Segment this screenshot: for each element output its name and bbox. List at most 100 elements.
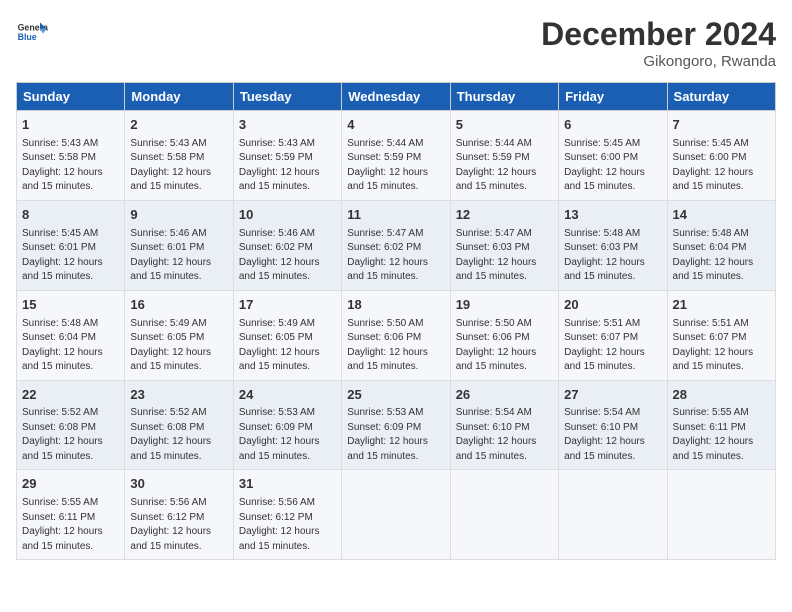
day-number: 15 [22,296,119,315]
day-content: Sunrise: 5:56 AM Sunset: 6:12 PM Dayligh… [130,496,227,554]
day-cell-11: 11 Sunrise: 5:47 AM Sunset: 6:02 PM Dayli… [342,200,450,290]
day-cell-1: 1Sunrise: 5:43 AM Sunset: 5:58 PM Daylig… [17,111,125,201]
day-content: Sunrise: 5:48 AM Sunset: 6:04 PM Dayligh… [22,317,119,375]
day-content: Sunrise: 5:51 AM Sunset: 6:07 PM Dayligh… [564,317,661,375]
day-number: 20 [564,296,661,315]
day-cell-15: 15 Sunrise: 5:48 AM Sunset: 6:04 PM Dayli… [17,290,125,380]
day-number: 23 [130,386,227,405]
day-cell-5: 5 Sunrise: 5:44 AM Sunset: 5:59 PM Daylig… [450,111,558,201]
day-content: Sunrise: 5:54 AM Sunset: 6:10 PM Dayligh… [564,406,661,464]
day-cell-30: 30Sunrise: 5:56 AM Sunset: 6:12 PM Dayli… [125,470,233,560]
day-number: 7 [673,116,770,135]
day-cell-4: 4 Sunrise: 5:44 AM Sunset: 5:59 PM Daylig… [342,111,450,201]
day-content: Sunrise: 5:43 AM Sunset: 5:59 PM Dayligh… [239,137,336,195]
col-header-friday: Friday [559,83,667,111]
day-content: Sunrise: 5:45 AM Sunset: 6:00 PM Dayligh… [564,137,661,195]
day-number: 21 [673,296,770,315]
logo: General Blue [16,16,48,48]
day-number: 28 [673,386,770,405]
day-content: Sunrise: 5:53 AM Sunset: 6:09 PM Dayligh… [239,406,336,464]
empty-cell [667,470,775,560]
day-cell-23: 23Sunrise: 5:52 AM Sunset: 6:08 PM Dayli… [125,380,233,470]
day-content: Sunrise: 5:56 AM Sunset: 6:12 PM Dayligh… [239,496,336,554]
day-number: 17 [239,296,336,315]
day-content: Sunrise: 5:47 AM Sunset: 6:03 PM Dayligh… [456,227,553,285]
day-cell-12: 12Sunrise: 5:47 AM Sunset: 6:03 PM Dayli… [450,200,558,290]
day-cell-27: 27Sunrise: 5:54 AM Sunset: 6:10 PM Dayli… [559,380,667,470]
col-header-monday: Monday [125,83,233,111]
empty-cell [450,470,558,560]
day-content: Sunrise: 5:43 AM Sunset: 5:58 PM Dayligh… [130,137,227,195]
title-block: December 2024 Gikongoro, Rwanda [541,16,776,70]
day-number: 6 [564,116,661,135]
day-content: Sunrise: 5:45 AM Sunset: 6:01 PM Dayligh… [22,227,119,285]
day-cell-25: 25Sunrise: 5:53 AM Sunset: 6:09 PM Dayli… [342,380,450,470]
day-content: Sunrise: 5:52 AM Sunset: 6:08 PM Dayligh… [22,406,119,464]
day-cell-8: 8 Sunrise: 5:45 AM Sunset: 6:01 PM Daylig… [17,200,125,290]
day-cell-9: 9 Sunrise: 5:46 AM Sunset: 6:01 PM Daylig… [125,200,233,290]
day-number: 10 [239,206,336,225]
day-number: 31 [239,475,336,494]
day-number: 22 [22,386,119,405]
day-number: 11 [347,206,444,225]
day-number: 8 [22,206,119,225]
week-row-1: 1Sunrise: 5:43 AM Sunset: 5:58 PM Daylig… [17,111,776,201]
day-number: 2 [130,116,227,135]
day-content: Sunrise: 5:48 AM Sunset: 6:03 PM Dayligh… [564,227,661,285]
day-cell-18: 18Sunrise: 5:50 AM Sunset: 6:06 PM Dayli… [342,290,450,380]
col-header-saturday: Saturday [667,83,775,111]
day-cell-7: 7 Sunrise: 5:45 AM Sunset: 6:00 PM Daylig… [667,111,775,201]
day-cell-13: 13 Sunrise: 5:48 AM Sunset: 6:03 PM Dayli… [559,200,667,290]
day-number: 24 [239,386,336,405]
day-number: 19 [456,296,553,315]
day-content: Sunrise: 5:45 AM Sunset: 6:00 PM Dayligh… [673,137,770,195]
day-content: Sunrise: 5:50 AM Sunset: 6:06 PM Dayligh… [347,317,444,375]
col-header-sunday: Sunday [17,83,125,111]
day-number: 9 [130,206,227,225]
day-number: 4 [347,116,444,135]
day-cell-20: 20 Sunrise: 5:51 AM Sunset: 6:07 PM Dayli… [559,290,667,380]
day-number: 5 [456,116,553,135]
day-number: 3 [239,116,336,135]
day-cell-2: 2 Sunrise: 5:43 AM Sunset: 5:58 PM Daylig… [125,111,233,201]
day-cell-26: 26Sunrise: 5:54 AM Sunset: 6:10 PM Dayli… [450,380,558,470]
day-cell-17: 17 Sunrise: 5:49 AM Sunset: 6:05 PM Dayli… [233,290,341,380]
day-cell-3: 3 Sunrise: 5:43 AM Sunset: 5:59 PM Daylig… [233,111,341,201]
day-cell-22: 22Sunrise: 5:52 AM Sunset: 6:08 PM Dayli… [17,380,125,470]
day-number: 27 [564,386,661,405]
month-title: December 2024 [541,16,776,53]
day-content: Sunrise: 5:49 AM Sunset: 6:05 PM Dayligh… [239,317,336,375]
day-number: 14 [673,206,770,225]
day-cell-31: 31 Sunrise: 5:56 AM Sunset: 6:12 PM Dayli… [233,470,341,560]
day-cell-28: 28Sunrise: 5:55 AM Sunset: 6:11 PM Dayli… [667,380,775,470]
week-row-2: 8 Sunrise: 5:45 AM Sunset: 6:01 PM Daylig… [17,200,776,290]
day-cell-24: 24Sunrise: 5:53 AM Sunset: 6:09 PM Dayli… [233,380,341,470]
empty-cell [559,470,667,560]
day-content: Sunrise: 5:50 AM Sunset: 6:06 PM Dayligh… [456,317,553,375]
day-cell-29: 29Sunrise: 5:55 AM Sunset: 6:11 PM Dayli… [17,470,125,560]
week-row-4: 22Sunrise: 5:52 AM Sunset: 6:08 PM Dayli… [17,380,776,470]
day-content: Sunrise: 5:52 AM Sunset: 6:08 PM Dayligh… [130,406,227,464]
day-number: 13 [564,206,661,225]
col-header-wednesday: Wednesday [342,83,450,111]
col-header-tuesday: Tuesday [233,83,341,111]
day-content: Sunrise: 5:48 AM Sunset: 6:04 PM Dayligh… [673,227,770,285]
day-cell-10: 10 Sunrise: 5:46 AM Sunset: 6:02 PM Dayli… [233,200,341,290]
day-content: Sunrise: 5:44 AM Sunset: 5:59 PM Dayligh… [456,137,553,195]
logo-icon: General Blue [16,16,48,48]
day-content: Sunrise: 5:46 AM Sunset: 6:01 PM Dayligh… [130,227,227,285]
day-content: Sunrise: 5:51 AM Sunset: 6:07 PM Dayligh… [673,317,770,375]
week-row-5: 29Sunrise: 5:55 AM Sunset: 6:11 PM Dayli… [17,470,776,560]
day-content: Sunrise: 5:46 AM Sunset: 6:02 PM Dayligh… [239,227,336,285]
svg-text:Blue: Blue [18,32,37,42]
week-row-3: 15 Sunrise: 5:48 AM Sunset: 6:04 PM Dayli… [17,290,776,380]
day-cell-6: 6 Sunrise: 5:45 AM Sunset: 6:00 PM Daylig… [559,111,667,201]
day-content: Sunrise: 5:44 AM Sunset: 5:59 PM Dayligh… [347,137,444,195]
day-content: Sunrise: 5:47 AM Sunset: 6:02 PM Dayligh… [347,227,444,285]
empty-cell [342,470,450,560]
page-header: General Blue December 2024 Gikongoro, Rw… [16,16,776,70]
calendar-table: SundayMondayTuesdayWednesdayThursdayFrid… [16,82,776,560]
day-number: 29 [22,475,119,494]
day-cell-16: 16Sunrise: 5:49 AM Sunset: 6:05 PM Dayli… [125,290,233,380]
day-number: 26 [456,386,553,405]
